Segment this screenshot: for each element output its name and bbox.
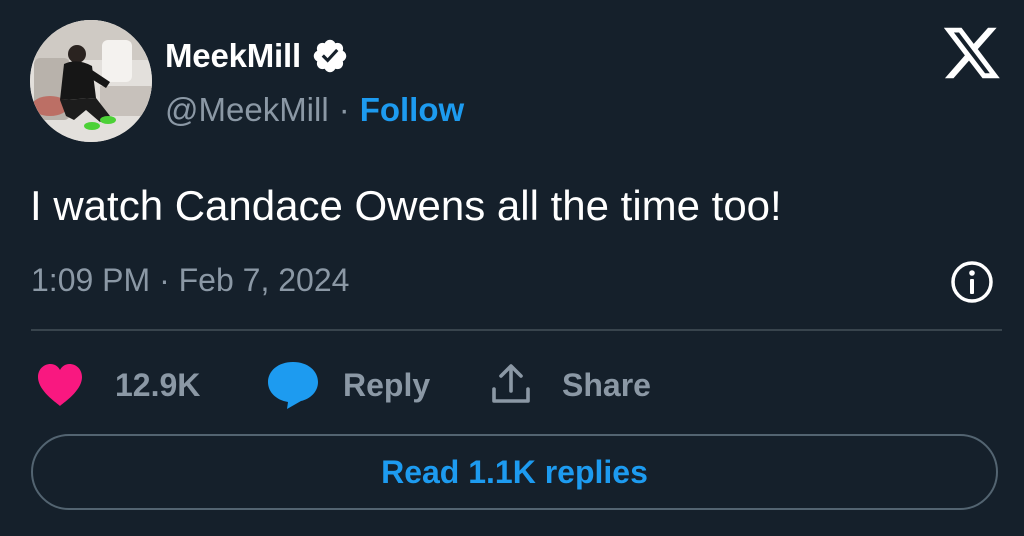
share-icon xyxy=(492,364,530,403)
share-button[interactable]: Share xyxy=(490,355,651,415)
action-bar: 12.9K Reply Share xyxy=(30,355,730,415)
author-display-name[interactable]: MeekMill xyxy=(165,37,301,75)
info-icon[interactable] xyxy=(948,258,996,306)
follow-button[interactable]: Follow xyxy=(360,91,464,129)
read-replies-button[interactable]: Read 1.1K replies xyxy=(31,434,998,510)
reply-bubble-icon xyxy=(268,362,318,409)
separator-dot: · xyxy=(338,91,350,128)
verified-badge-icon xyxy=(313,39,347,73)
x-logo-icon[interactable] xyxy=(944,27,1000,79)
share-label: Share xyxy=(562,366,651,403)
divider xyxy=(31,329,1002,331)
avatar-photo xyxy=(30,20,152,142)
reply-label: Reply xyxy=(343,366,431,403)
read-replies-label: Read 1.1K replies xyxy=(381,453,648,490)
author-handle[interactable]: @MeekMill xyxy=(165,91,329,129)
tweet-timestamp[interactable]: 1:09 PM · Feb 7, 2024 xyxy=(31,262,349,299)
heart-icon xyxy=(38,364,82,406)
avatar[interactable] xyxy=(30,20,152,142)
like-button[interactable]: 12.9K xyxy=(35,355,200,415)
author-handle-row: @MeekMill · Follow xyxy=(165,88,464,132)
tweet-card: MeekMill @MeekMill · Follow I watch Cand… xyxy=(0,0,1024,536)
reply-button[interactable]: Reply xyxy=(265,355,430,415)
author-name-row: MeekMill xyxy=(165,34,349,78)
tweet-text: I watch Candace Owens all the time too! xyxy=(30,182,782,229)
like-count: 12.9K xyxy=(115,366,201,403)
